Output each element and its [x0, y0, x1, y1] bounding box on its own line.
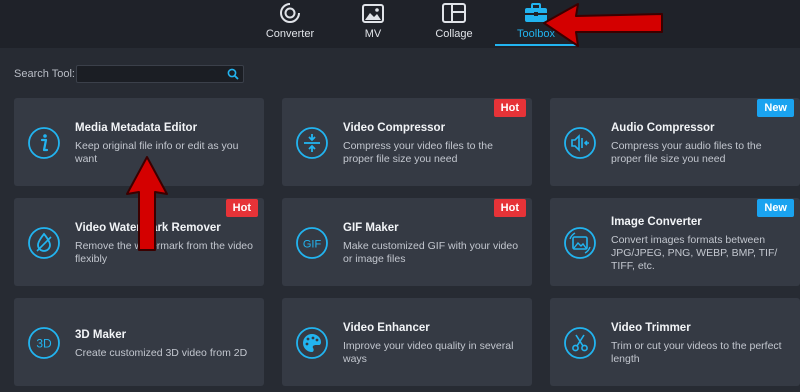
- tool-title: Media Metadata Editor: [75, 122, 198, 134]
- mv-image-icon: [362, 4, 384, 23]
- tab-collage-label: Collage: [435, 28, 473, 40]
- image-convert-icon: [564, 227, 596, 259]
- scissors-icon: [564, 327, 596, 359]
- search-tool-box[interactable]: [76, 65, 244, 83]
- hot-badge: Hot: [493, 99, 526, 117]
- tool-description: Make customized GIF with your video or i…: [343, 240, 519, 265]
- search-tool-label: Search Tool:: [14, 68, 75, 80]
- watermark-drop-icon: [28, 227, 60, 259]
- new-badge: New: [757, 99, 794, 117]
- audio-compress-icon: [564, 127, 596, 159]
- tool-title: Image Converter: [611, 216, 702, 228]
- hot-badge: Hot: [493, 199, 526, 217]
- tool-description: Compress your audio files to the proper …: [611, 140, 762, 165]
- tool-card-gif-maker[interactable]: GIF GIF Maker Make customized GIF with y…: [282, 198, 532, 286]
- search-icon[interactable]: [227, 68, 239, 80]
- collage-icon: [442, 3, 466, 23]
- hot-badge: Hot: [225, 199, 258, 217]
- tool-title: Video Trimmer: [611, 322, 691, 334]
- top-navigation: Converter MV Collage Toolbox: [0, 0, 800, 48]
- search-tool-input[interactable]: [81, 67, 225, 83]
- tool-card-video-enhancer[interactable]: Video Enhancer Improve your video qualit…: [282, 298, 532, 386]
- tool-description: Trim or cut your videos to the perfect l…: [611, 340, 782, 365]
- tool-card-image-converter[interactable]: Image Converter Convert images formats b…: [550, 198, 800, 286]
- 3d-icon-text: 3D: [36, 337, 52, 351]
- tool-title: Video Compressor: [343, 122, 446, 134]
- tool-title: GIF Maker: [343, 222, 399, 234]
- compress-icon: [296, 127, 328, 159]
- annotation-arrow-up: [126, 156, 168, 251]
- tool-card-3d-maker[interactable]: 3D 3D Maker Create customized 3D video f…: [14, 298, 264, 386]
- annotation-arrow-left: [543, 3, 663, 47]
- tool-description: Compress your video files to the proper …: [343, 140, 493, 165]
- tool-title: 3D Maker: [75, 329, 127, 341]
- tab-converter-label: Converter: [265, 28, 315, 40]
- converter-icon: [280, 2, 301, 23]
- tab-mv-label: MV: [364, 28, 382, 40]
- tool-description: Convert images formats between JPG/JPEG,…: [611, 234, 778, 272]
- tab-collage[interactable]: Collage: [412, 0, 496, 46]
- tool-description: Create customized 3D video from 2D: [75, 347, 248, 359]
- tab-mv[interactable]: MV: [331, 0, 415, 46]
- tool-title: Audio Compressor: [611, 122, 715, 134]
- info-icon: [28, 127, 60, 159]
- tool-card-video-compressor[interactable]: Video Compressor Compress your video fil…: [282, 98, 532, 186]
- gif-icon: GIF: [296, 227, 328, 259]
- tool-card-audio-compressor[interactable]: Audio Compressor Compress your audio fil…: [550, 98, 800, 186]
- gif-icon-text: GIF: [303, 239, 322, 251]
- palette-icon: [296, 327, 328, 359]
- tool-card-video-trimmer[interactable]: Video Trimmer Trim or cut your videos to…: [550, 298, 800, 386]
- tab-converter[interactable]: Converter: [248, 0, 332, 46]
- 3d-icon: 3D: [28, 327, 60, 359]
- new-badge: New: [757, 199, 794, 217]
- tool-title: Video Enhancer: [343, 322, 430, 334]
- tool-description: Improve your video quality in several wa…: [343, 340, 514, 365]
